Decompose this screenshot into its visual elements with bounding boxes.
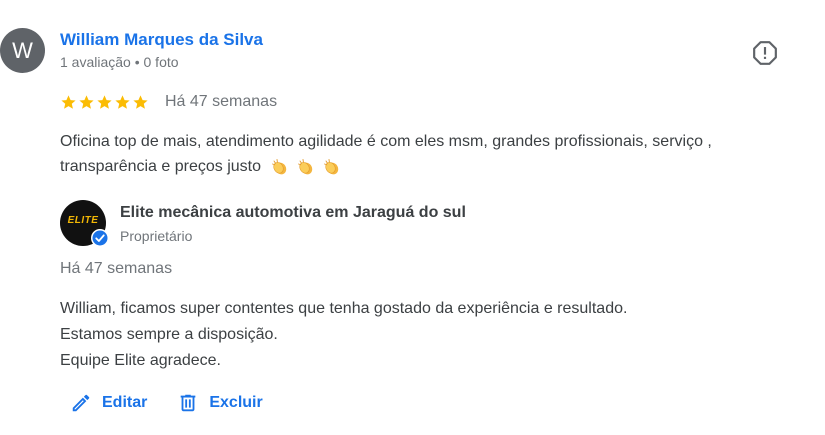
- emoji-row: [271, 158, 341, 176]
- verified-check-icon: [91, 229, 109, 247]
- star-icon: [115, 94, 130, 109]
- edit-button[interactable]: Editar: [70, 392, 147, 414]
- clapping-hands-icon: [272, 158, 287, 175]
- review-body: Oficina top de mais, atendimento agilida…: [60, 133, 712, 175]
- owner-name: Elite mecânica automotiva em Jaraguá do …: [120, 204, 466, 221]
- reviewer-meta: 1 avaliação • 0 foto: [60, 54, 179, 70]
- star-icon: [97, 94, 112, 109]
- delete-button[interactable]: Excluir: [177, 392, 263, 414]
- reply-text: William, ficamos super contentes que ten…: [60, 296, 800, 374]
- pencil-icon: [72, 394, 90, 412]
- star-icon: [79, 94, 94, 109]
- clapping-hands-icon: [298, 158, 313, 175]
- reply-line: William, ficamos super contentes que ten…: [60, 300, 628, 317]
- review-text: Oficina top de mais, atendimento agilida…: [60, 129, 810, 179]
- report-icon[interactable]: [752, 40, 778, 66]
- reply-time: Há 47 semanas: [60, 260, 173, 277]
- review-time: Há 47 semanas: [165, 93, 278, 110]
- owner-logo[interactable]: ELITE: [60, 200, 109, 247]
- owner-logo-text: ELITE: [67, 215, 99, 226]
- reviewer-avatar[interactable]: W: [0, 28, 45, 73]
- star-icon: [61, 94, 76, 109]
- avatar-initial: W: [12, 37, 33, 63]
- trash-icon: [181, 394, 196, 412]
- owner-role: Proprietário: [120, 228, 193, 244]
- reply-line: Equipe Elite agradece.: [60, 352, 221, 369]
- delete-label: Excluir: [209, 394, 263, 411]
- edit-label: Editar: [102, 394, 148, 411]
- reply-line: Estamos sempre a disposição.: [60, 326, 278, 343]
- reviewer-name-link[interactable]: William Marques da Silva: [60, 30, 263, 50]
- star-rating: [60, 94, 149, 111]
- reply-actions: Editar Excluir: [70, 392, 263, 414]
- clapping-hands-icon: [324, 158, 339, 175]
- rating-row: Há 47 semanas: [60, 93, 277, 111]
- star-icon: [133, 94, 148, 109]
